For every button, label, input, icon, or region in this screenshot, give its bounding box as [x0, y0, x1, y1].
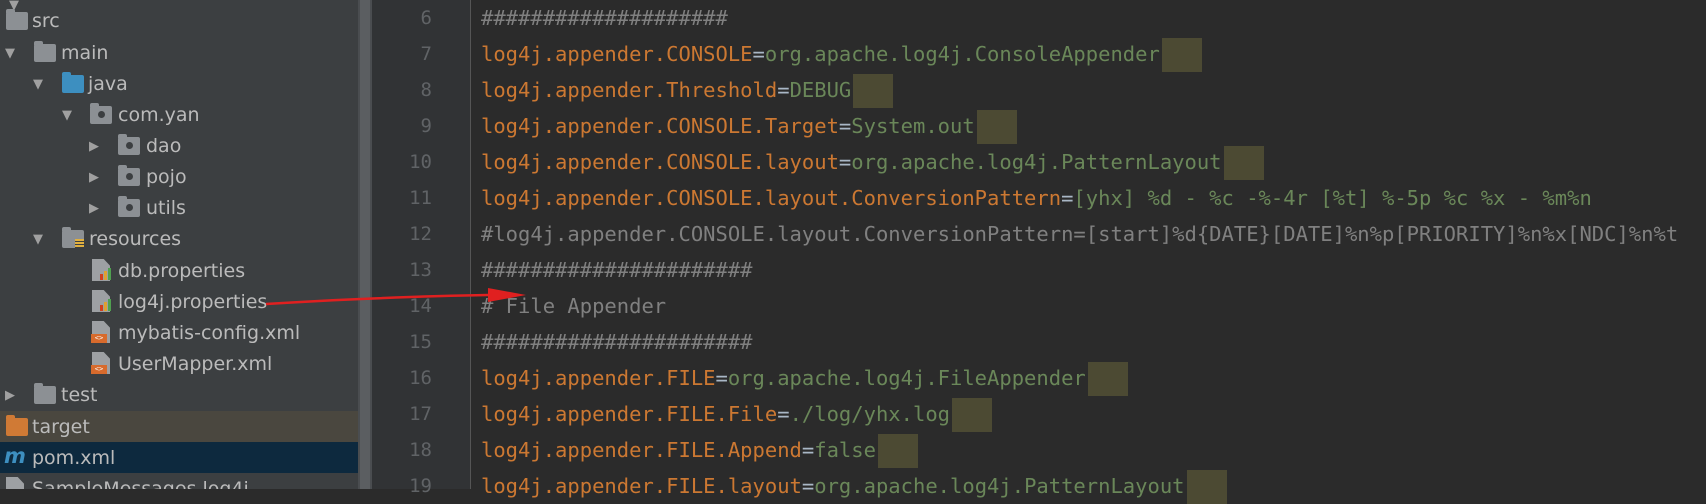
annotation-arrow-line	[265, 293, 489, 306]
annotation-arrow-head	[488, 288, 526, 302]
annotation-arrow	[265, 288, 526, 306]
